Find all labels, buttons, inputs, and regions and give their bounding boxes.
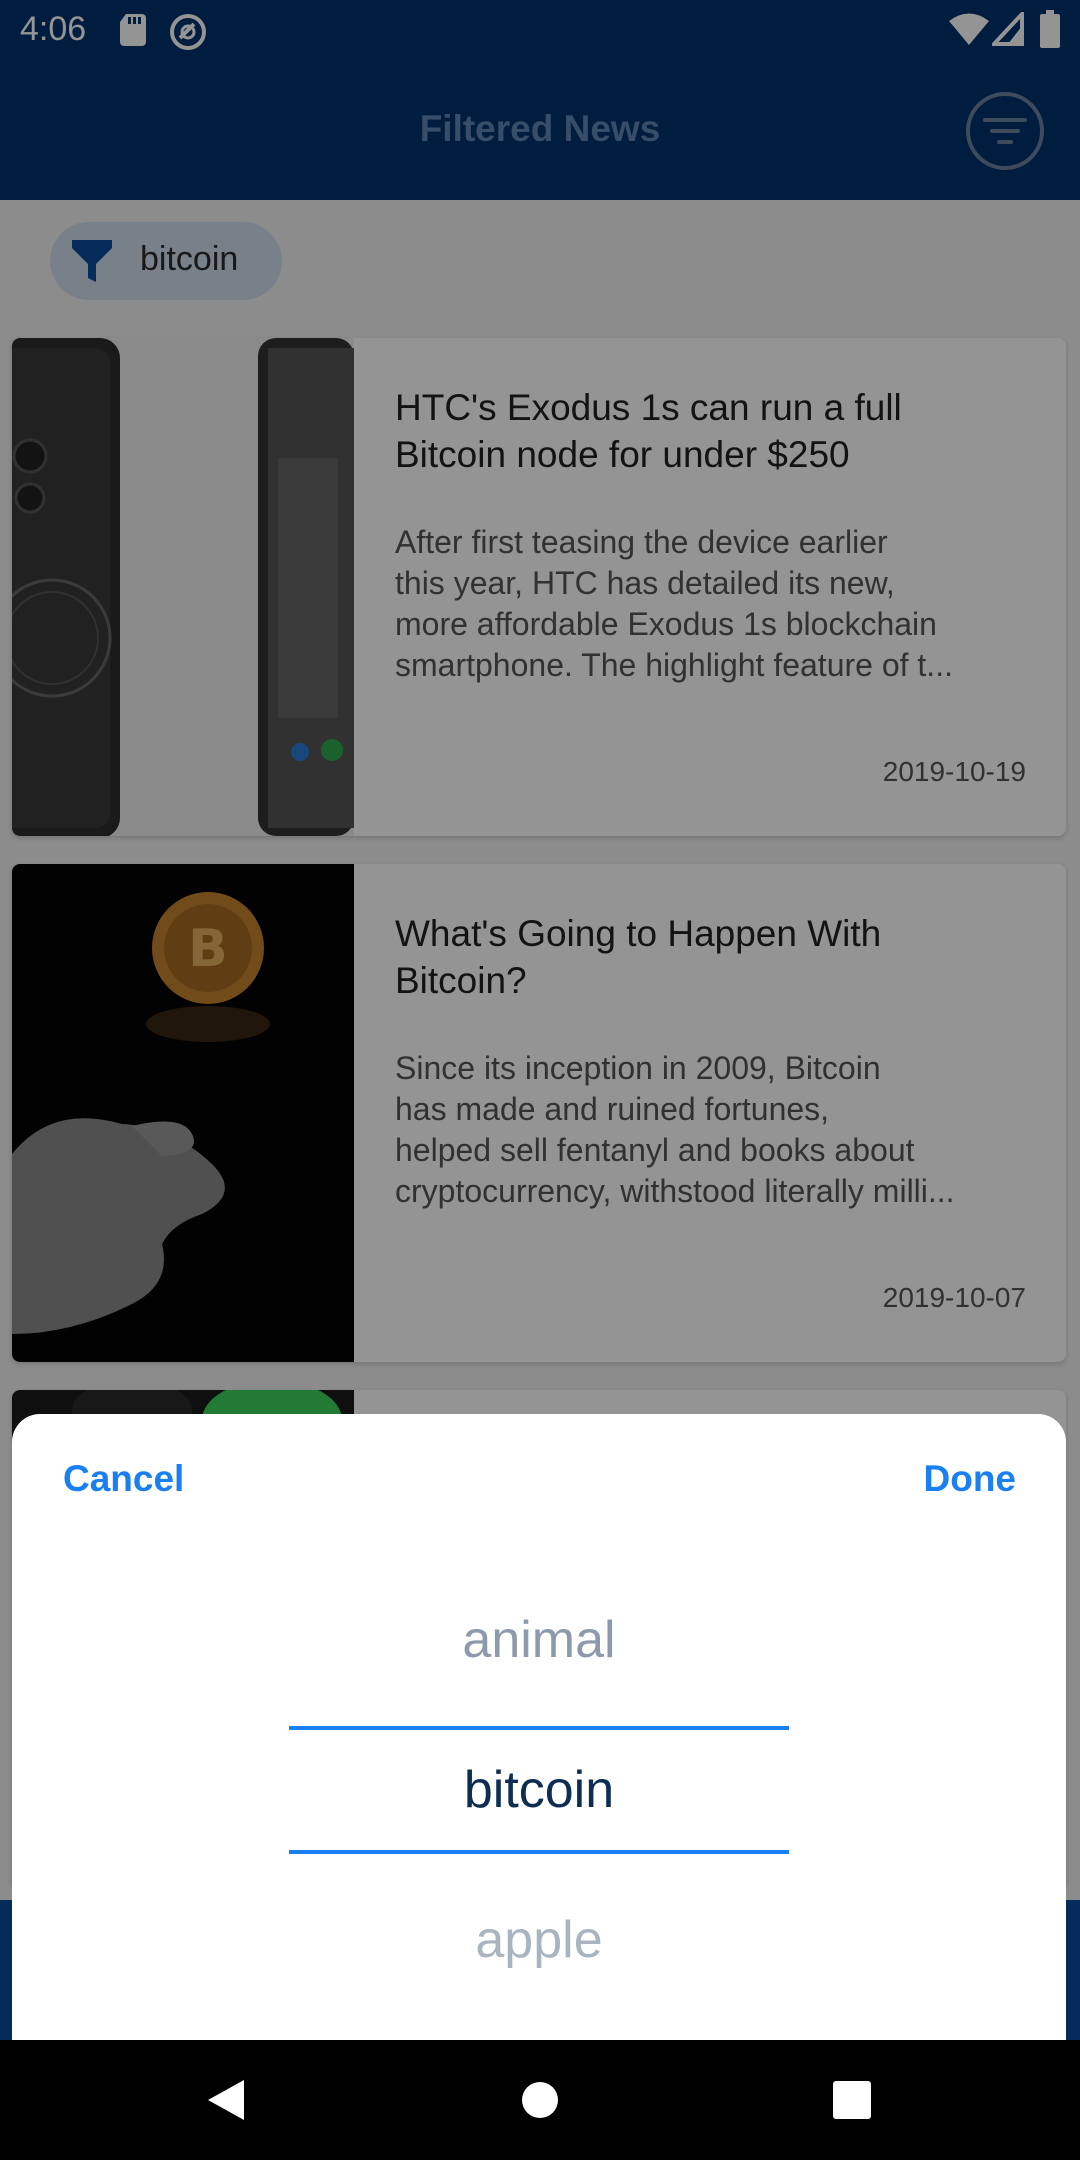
picker-option[interactable]: animal bbox=[12, 1610, 1066, 1670]
home-button[interactable] bbox=[480, 2040, 600, 2160]
recents-icon bbox=[833, 2081, 871, 2119]
home-icon bbox=[522, 2082, 558, 2118]
cancel-button[interactable]: Cancel bbox=[63, 1458, 184, 1500]
done-button[interactable]: Done bbox=[924, 1458, 1017, 1500]
picker-option-selected[interactable]: bitcoin bbox=[12, 1760, 1066, 1820]
back-button[interactable] bbox=[166, 2040, 286, 2160]
picker-sheet: Cancel Done animal bitcoin apple bbox=[12, 1414, 1066, 2040]
system-nav-bar bbox=[0, 2040, 1080, 2160]
picker-option[interactable]: apple bbox=[12, 1910, 1066, 1970]
recents-button[interactable] bbox=[792, 2040, 912, 2160]
back-icon bbox=[208, 2080, 244, 2120]
picker-selection-line-bottom bbox=[289, 1850, 789, 1854]
picker-selection-line-top bbox=[289, 1726, 789, 1730]
